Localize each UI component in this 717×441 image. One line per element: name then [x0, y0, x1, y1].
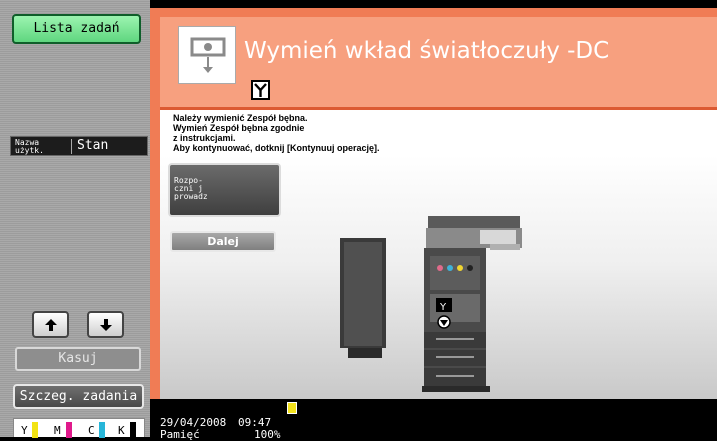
left-panel: [0, 0, 150, 437]
machine-y-badge: Y: [439, 302, 447, 313]
toner-y-bar: [32, 422, 38, 438]
status-column-header: Stan: [77, 138, 109, 153]
title-divider: [160, 107, 717, 110]
message-line: Należy wymienić Zespół bębna.: [173, 113, 308, 123]
message-line: Wymień Zespół bębna zgodnie: [173, 123, 305, 133]
next-button[interactable]: Dalej: [170, 231, 276, 252]
status-bar: [150, 399, 717, 437]
warning-icon[interactable]: [287, 402, 297, 414]
job-list-header: Nazwa użytk. Stan: [10, 136, 148, 156]
scroll-down-button[interactable]: [87, 311, 124, 338]
arrow-up-icon: [44, 319, 57, 331]
header-divider: [71, 139, 72, 154]
scroll-up-button[interactable]: [32, 311, 69, 338]
toner-k-bar: [130, 422, 136, 438]
copier-illustration: Y: [340, 216, 522, 392]
user-name-column-header: Nazwa użytk.: [15, 138, 44, 155]
toner-k-label: K: [118, 424, 125, 437]
toner-c-label: C: [88, 424, 95, 437]
toner-m-bar: [66, 422, 72, 438]
yellow-drum-badge: [251, 80, 270, 100]
memory-label: Pamięć: [160, 428, 200, 441]
message-line: Aby kontynuować, dotknij [Kontynuuj oper…: [173, 143, 380, 153]
dialog-title: Wymień wkład światłoczuły -DC: [244, 38, 610, 64]
job-details-button[interactable]: Szczeg. zadania: [13, 384, 144, 409]
clear-button[interactable]: Kasuj: [15, 347, 141, 371]
toner-m-label: M: [54, 424, 61, 437]
toner-y-label: Y: [21, 424, 28, 437]
toner-c-bar: [99, 422, 105, 438]
start-guidance-button[interactable]: Rozpo- czni j prowadz: [168, 163, 281, 217]
arrow-down-icon: [99, 319, 112, 331]
job-list-button[interactable]: Lista zadań: [12, 14, 141, 44]
drum-replace-icon: [178, 26, 236, 84]
instruction-message: Należy wymienić Zespół bębna. Wymień Zes…: [173, 113, 380, 153]
memory-value: 100%: [254, 428, 281, 441]
toner-levels: Y M C K: [13, 418, 145, 438]
message-line: z instrukcjami.: [173, 133, 236, 143]
